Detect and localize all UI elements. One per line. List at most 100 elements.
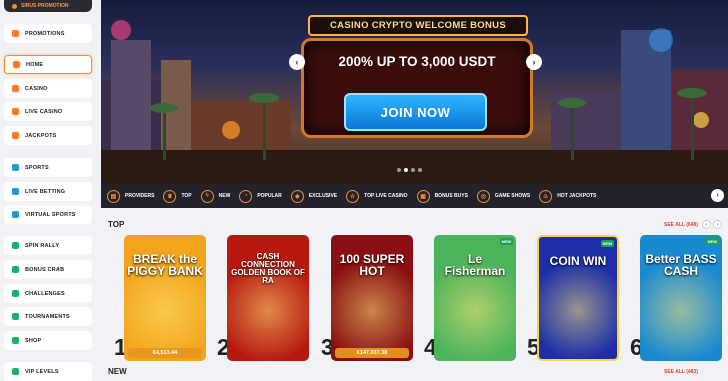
sidebar-item-casino[interactable]: CASINO — [4, 79, 92, 98]
category-popular[interactable]: ◔ POPULAR — [239, 189, 282, 203]
top-icon: ♛ — [163, 189, 177, 203]
crab-icon — [12, 266, 19, 273]
sidebar-item-label: PROMOTIONS — [25, 30, 65, 37]
cards-icon — [12, 85, 19, 92]
flame-icon — [12, 3, 17, 9]
carousel-dot-active[interactable] — [404, 168, 408, 172]
sidebar-item-jackpots[interactable]: JACKPOTS — [4, 126, 92, 145]
category-new[interactable]: ϟ NEW — [200, 189, 230, 203]
promo-offer: 200% UP TO 3,000 USDT — [338, 54, 496, 69]
sidebar-item-label: SPORTS — [25, 164, 49, 171]
sidebar-item-live-betting[interactable]: LIVE BETTING — [4, 182, 92, 201]
game-shows-icon: ◎ — [476, 189, 490, 203]
sidebar-item-shop[interactable]: SHOP — [4, 331, 92, 350]
shop-icon — [12, 337, 19, 344]
promo-badge: CASINO CRYPTO WELCOME BONUS — [308, 15, 528, 36]
popular-icon: ◔ — [239, 189, 253, 203]
section-title-new: NEW — [108, 367, 127, 376]
category-game-shows[interactable]: ◎ GAME SHOWS — [476, 189, 531, 203]
game-tile[interactable]: Better BASS CASH NEW — [640, 235, 722, 361]
carousel-dots[interactable] — [397, 168, 422, 172]
sidebar-item-label: LIVE CASINO — [25, 108, 63, 115]
category-label: PROVIDERS — [125, 193, 155, 199]
category-bar: ▤ PROVIDERS ♛ TOP ϟ NEW ◔ POPULAR ◆ EXCLUSIVE ☆ TOP… — [101, 184, 728, 208]
spin-icon — [12, 242, 19, 249]
see-all-new-link[interactable]: SEE ALL (483) — [664, 369, 698, 375]
new-badge: NEW — [600, 240, 614, 247]
gift-icon — [12, 30, 19, 37]
jackpot-amount: €4,513.44 — [128, 348, 202, 358]
section-title-top: TOP — [108, 220, 125, 229]
game-tile[interactable]: 100 SUPER HOT €147,037.38 — [331, 235, 413, 361]
sidebar-item-spin-rally[interactable]: SPIN RALLY — [4, 236, 92, 255]
category-providers[interactable]: ▤ PROVIDERS — [107, 189, 155, 203]
new-badge: NEW — [499, 238, 513, 245]
category-label: HOT JACKPOTS — [557, 193, 597, 199]
challenge-icon — [12, 290, 19, 297]
carousel-dot[interactable] — [418, 168, 422, 172]
see-all-top-link[interactable]: SEE ALL (648) — [664, 222, 698, 228]
sidebar-item-live-casino[interactable]: LIVE CASINO — [4, 102, 92, 121]
join-now-button[interactable]: JOIN NOW — [344, 93, 487, 131]
category-label: GAME SHOWS — [494, 193, 531, 199]
sidebar-item-label: VIRTUAL SPORTS — [25, 211, 76, 218]
carousel-dot[interactable] — [411, 168, 415, 172]
sidebar-item-label: BONUS CRAB — [25, 266, 65, 273]
sidebar-item-label: CASINO — [25, 85, 48, 92]
category-label: BONUS BUYS — [434, 193, 468, 199]
category-next-button[interactable]: › — [711, 189, 724, 202]
sidebar-item-label: CHALLENGES — [25, 290, 65, 297]
banner-next-button[interactable]: › — [526, 54, 542, 70]
jackpot-amount: €147,037.38 — [335, 348, 409, 358]
live-betting-icon — [12, 188, 19, 195]
sidebar: SIRUS PROMOTION PROMOTIONS HOME CASINO LIVE… — [0, 0, 100, 381]
category-hot-jackpots[interactable]: ♨ HOT JACKPOTS — [539, 189, 597, 203]
category-exclusive[interactable]: ◆ EXCLUSIVE — [290, 189, 338, 203]
sidebar-promo-top[interactable]: SIRUS PROMOTION — [4, 0, 92, 12]
carousel-dot[interactable] — [397, 168, 401, 172]
hero-banner[interactable]: CASINO CRYPTO WELCOME BONUS 200% UP TO 3… — [101, 0, 728, 184]
bonus-buys-icon: ▣ — [416, 189, 430, 203]
sidebar-item-label: HOME — [26, 61, 44, 68]
sidebar-item-sports[interactable]: SPORTS — [4, 158, 92, 177]
top-next-button[interactable]: › — [713, 220, 722, 229]
sidebar-item-bonus-crab[interactable]: BONUS CRAB — [4, 260, 92, 279]
providers-icon: ▤ — [107, 189, 120, 203]
sidebar-item-vip-levels[interactable]: VIP LEVELS — [4, 362, 92, 381]
sidebar-item-label: VIP LEVELS — [25, 368, 59, 375]
new-badge: NEW — [705, 238, 719, 245]
game-tile[interactable]: COIN WIN NEW — [537, 235, 619, 361]
game-title: 100 SUPER HOT — [339, 252, 405, 278]
top-pager: ‹ › — [702, 220, 722, 229]
sidebar-item-label: LIVE BETTING — [25, 188, 66, 195]
sidebar-item-label: TOURNAMENTS — [25, 313, 70, 320]
home-icon — [13, 61, 20, 68]
sidebar-item-label: JACKPOTS — [25, 132, 57, 139]
category-bonus-buys[interactable]: ▣ BONUS BUYS — [416, 189, 468, 203]
category-top[interactable]: ♛ TOP — [163, 189, 192, 203]
game-title: COIN WIN — [549, 254, 607, 268]
sidebar-item-label: SHOP — [25, 337, 42, 344]
sidebar-item-tournaments[interactable]: TOURNAMENTS — [4, 307, 92, 326]
hot-jackpots-icon: ♨ — [539, 189, 553, 203]
jackpot-icon — [12, 132, 19, 139]
banner-prev-button[interactable]: ‹ — [289, 54, 305, 70]
category-label: TOP — [181, 193, 192, 199]
game-tile[interactable]: CASH CONNECTION GOLDEN BOOK OF RA — [227, 235, 309, 361]
live-casino-icon — [12, 108, 19, 115]
category-label: EXCLUSIVE — [308, 193, 338, 199]
category-label: POPULAR — [257, 193, 282, 199]
vip-icon — [12, 368, 19, 375]
sidebar-item-home[interactable]: HOME — [4, 55, 92, 74]
sidebar-item-virtual-sports[interactable]: VIRTUAL SPORTS — [4, 205, 92, 224]
game-title: Better BASS CASH — [645, 252, 717, 278]
game-tile[interactable]: Le Fisherman NEW — [434, 235, 516, 361]
game-tile[interactable]: BREAK the PIGGY BANK €4,513.44 — [124, 235, 206, 361]
sidebar-item-promotions[interactable]: PROMOTIONS — [4, 24, 92, 43]
sidebar-item-label: SPIN RALLY — [25, 242, 60, 249]
top-prev-button[interactable]: ‹ — [702, 220, 711, 229]
sidebar-item-challenges[interactable]: CHALLENGES — [4, 284, 92, 303]
trophy-icon — [12, 313, 19, 320]
category-top-live-casino[interactable]: ☆ TOP LIVE CASINO — [346, 189, 408, 203]
category-label: TOP LIVE CASINO — [364, 193, 408, 199]
